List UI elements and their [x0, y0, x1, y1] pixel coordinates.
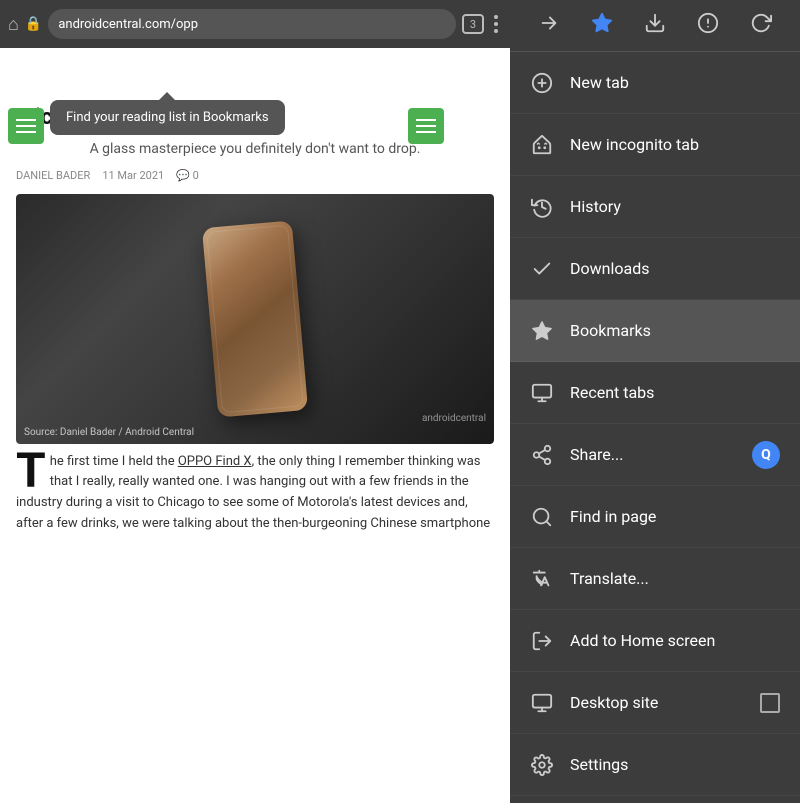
menu-label-recent-tabs: Recent tabs — [570, 383, 780, 402]
menu-label-translate: Translate... — [570, 569, 780, 588]
image-watermark: androidcentral — [422, 413, 486, 424]
bookmark-tooltip: Find your reading list in Bookmarks — [50, 100, 285, 135]
history-icon — [530, 196, 554, 218]
menu-item-add-to-home[interactable]: Add to Home screen — [510, 610, 800, 672]
body-text-start: he first time I held the — [50, 454, 178, 469]
recent-tabs-icon — [530, 382, 554, 404]
menu-item-recent-tabs[interactable]: Recent tabs — [510, 362, 800, 424]
article-body: T he first time I held the OPPO Find X, … — [16, 452, 494, 535]
webpage-content: Find your reading list in Bookmarks micr… — [0, 48, 510, 803]
menu-item-desktop-site[interactable]: Desktop site — [510, 672, 800, 734]
find-icon — [530, 506, 554, 528]
hamburger-menu-right[interactable] — [408, 108, 444, 144]
url-bar[interactable]: androidcentral.com/opp — [48, 9, 456, 39]
menu-label-desktop-site: Desktop site — [570, 693, 744, 712]
dropdown-toolbar — [510, 0, 800, 52]
hamburger-menu-left[interactable] — [8, 108, 44, 144]
image-source: Source: Daniel Bader / Android Central — [24, 427, 194, 438]
add-home-icon — [530, 630, 554, 652]
share-icon — [530, 444, 554, 466]
menu-items-list: New tab New incognito tab History — [510, 52, 800, 803]
menu-label-downloads: Downloads — [570, 259, 780, 278]
oppo-link[interactable]: OPPO Find X — [178, 454, 252, 469]
menu-item-find-in-page[interactable]: Find in page — [510, 486, 800, 548]
lock-icon: 🔒 — [25, 16, 42, 32]
menu-item-share[interactable]: Share... Q — [510, 424, 800, 486]
address-bar: ⌂ 🔒 androidcentral.com/opp 3 — [0, 0, 510, 48]
article-comments: 💬 0 — [176, 169, 199, 182]
incognito-icon — [530, 134, 554, 156]
menu-label-share: Share... — [570, 445, 736, 464]
menu-item-help-feedback[interactable]: Help & feedback — [510, 796, 800, 803]
browser-menu-button[interactable] — [490, 11, 502, 37]
menu-label-add-to-home: Add to Home screen — [570, 631, 780, 650]
article-author: DANIEL BADER — [16, 169, 90, 182]
menu-item-new-tab[interactable]: New tab — [510, 52, 800, 114]
plus-circle-icon — [530, 72, 554, 94]
translate-icon — [530, 568, 554, 590]
desktop-icon — [530, 692, 554, 714]
download-button[interactable] — [638, 6, 672, 45]
dropdown-menu: New tab New incognito tab History — [510, 0, 800, 803]
menu-item-translate[interactable]: Translate... — [510, 548, 800, 610]
menu-label-new-tab: New tab — [570, 73, 780, 92]
share-badge: Q — [752, 441, 780, 469]
forward-button[interactable] — [532, 6, 566, 45]
menu-item-history[interactable]: History — [510, 176, 800, 238]
menu-label-settings: Settings — [570, 755, 780, 774]
menu-label-history: History — [570, 197, 780, 216]
drop-cap: T — [16, 452, 46, 490]
tabs-count-badge[interactable]: 3 — [462, 14, 484, 34]
downloads-icon — [530, 258, 554, 280]
info-button[interactable] — [691, 6, 725, 45]
gear-icon — [530, 754, 554, 776]
menu-label-bookmarks: Bookmarks — [570, 321, 780, 340]
menu-item-bookmarks[interactable]: Bookmarks — [510, 300, 800, 362]
star-icon — [530, 320, 554, 342]
phone-image — [202, 220, 308, 417]
menu-item-settings[interactable]: Settings — [510, 734, 800, 796]
article-meta: DANIEL BADER 11 Mar 2021 💬 0 — [16, 169, 494, 182]
article-image: androidcentral Source: Daniel Bader / An… — [16, 194, 494, 444]
bookmark-star-button[interactable] — [585, 6, 619, 45]
menu-label-new-incognito-tab: New incognito tab — [570, 135, 780, 154]
desktop-site-checkbox[interactable] — [760, 693, 780, 713]
menu-item-new-incognito-tab[interactable]: New incognito tab — [510, 114, 800, 176]
home-icon: ⌂ — [8, 14, 19, 35]
article-date: 11 Mar 2021 — [102, 169, 164, 182]
browser-background: ⌂ 🔒 androidcentral.com/opp 3 Find your r… — [0, 0, 510, 803]
reload-button[interactable] — [744, 6, 778, 45]
menu-label-find-in-page: Find in page — [570, 507, 780, 526]
menu-item-downloads[interactable]: Downloads — [510, 238, 800, 300]
